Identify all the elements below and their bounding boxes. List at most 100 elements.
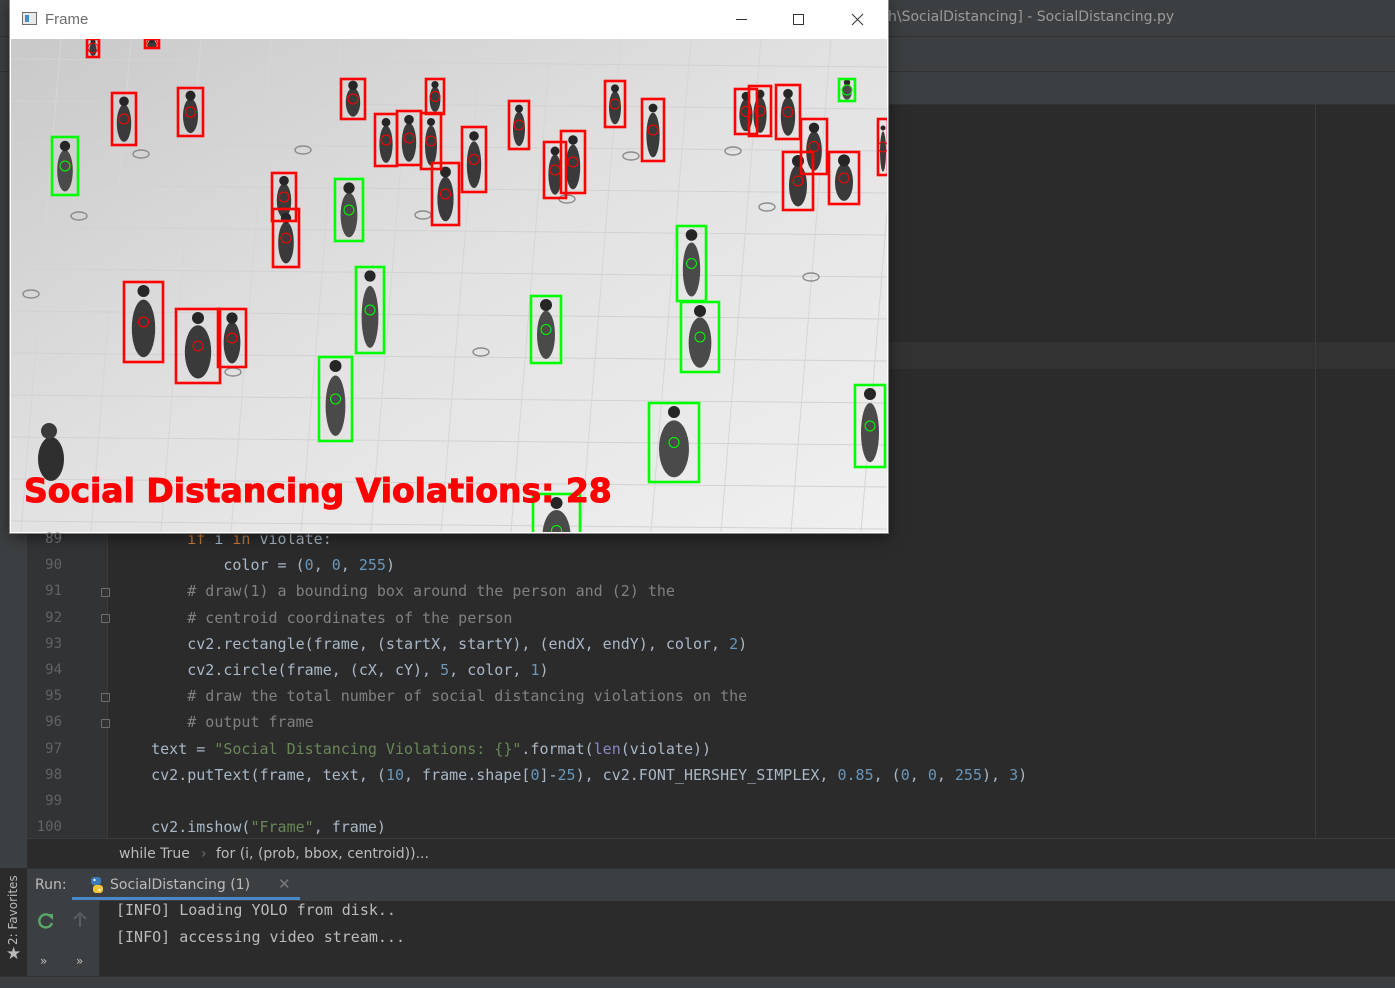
pedestrian-body bbox=[682, 242, 701, 297]
code-token: 255 bbox=[954, 766, 982, 784]
fold-marker-icon[interactable] bbox=[101, 588, 110, 597]
maximize-icon bbox=[793, 14, 804, 25]
code-line[interactable]: text = "Social Distancing Violations: {}… bbox=[115, 736, 711, 762]
code-line[interactable]: # draw the total number of social distan… bbox=[115, 683, 747, 709]
pedestrian-body bbox=[753, 97, 767, 133]
pedestrian-body bbox=[609, 91, 621, 125]
line-number: 93 bbox=[45, 636, 62, 652]
code-token: 25 bbox=[557, 766, 576, 784]
pedestrian-head bbox=[540, 299, 552, 311]
frame-title-bar[interactable]: Frame bbox=[10, 0, 888, 39]
code-line[interactable]: # centroid coordinates of the person bbox=[115, 605, 512, 631]
pedestrian-head bbox=[685, 229, 698, 241]
pedestrian-head bbox=[185, 90, 196, 101]
fold-marker-icon[interactable] bbox=[101, 614, 110, 623]
pedestrian-head bbox=[137, 285, 150, 297]
pedestrian-head bbox=[348, 80, 358, 91]
code-token: , bbox=[909, 766, 928, 784]
run-console[interactable]: [INFO] Loading YOLO from disk.. [INFO] a… bbox=[100, 901, 1395, 976]
expand-icon[interactable]: » bbox=[40, 954, 47, 968]
star-icon[interactable]: ★ bbox=[6, 944, 21, 964]
pedestrian-head bbox=[611, 84, 619, 93]
code-line[interactable]: # draw(1) a bounding box around the pers… bbox=[115, 578, 675, 604]
code-token: ) bbox=[539, 661, 549, 679]
pedestrian-head bbox=[279, 175, 289, 186]
status-bar bbox=[0, 976, 1395, 988]
code-token: 3 bbox=[1009, 766, 1019, 784]
pedestrian-head bbox=[864, 388, 876, 400]
run-label: Run: bbox=[35, 877, 67, 893]
expand-icon[interactable]: » bbox=[76, 954, 83, 968]
rerun-icon[interactable] bbox=[36, 911, 56, 931]
code-token: 255 bbox=[358, 556, 386, 574]
favorites-tool-button[interactable]: 2: Favorites bbox=[2, 875, 24, 945]
pedestrian-head bbox=[515, 104, 523, 113]
code-line[interactable]: cv2.circle(frame, (cX, cY), 5, color, 1) bbox=[115, 657, 549, 683]
pedestrian-head bbox=[119, 96, 129, 107]
pedestrian-body bbox=[116, 104, 132, 142]
code-token: 0 bbox=[331, 556, 341, 574]
tab-run-config[interactable]: SocialDistancing (1) ✕ bbox=[72, 869, 300, 900]
pedestrian-body bbox=[325, 375, 346, 436]
pedestrian-body bbox=[89, 42, 97, 56]
pedestrian-body bbox=[183, 98, 198, 134]
breadcrumb-item-for[interactable]: for (i, (prob, bbox, centroid))... bbox=[216, 846, 429, 862]
code-token: text = bbox=[151, 740, 215, 758]
pedestrian-body bbox=[659, 420, 689, 478]
code-token: ) bbox=[1018, 766, 1028, 784]
pedestrian-head bbox=[404, 114, 414, 125]
code-line[interactable]: cv2.imshow("Frame", frame) bbox=[115, 814, 386, 840]
pedestrian-body bbox=[276, 183, 292, 219]
code-token: cv2.imshow( bbox=[151, 818, 251, 836]
code-token: len bbox=[593, 740, 621, 758]
pedestrian-head bbox=[648, 103, 658, 113]
breadcrumb: while True › for (i, (prob, bbox, centro… bbox=[27, 838, 1395, 869]
pedestrian-head bbox=[694, 305, 706, 317]
pedestrian-body bbox=[861, 403, 879, 463]
code-token: cv2.circle(frame, (cX, cY), bbox=[187, 661, 441, 679]
breadcrumb-item-while[interactable]: while True bbox=[119, 846, 190, 862]
code-line[interactable]: # output frame bbox=[115, 709, 313, 735]
run-toolbar: » » bbox=[27, 901, 100, 976]
pedestrian-body bbox=[513, 111, 525, 147]
minimize-button[interactable] bbox=[712, 0, 770, 39]
code-token: (violate)) bbox=[620, 740, 712, 758]
arrow-up-icon[interactable] bbox=[72, 911, 88, 929]
right-margin-guide bbox=[1315, 104, 1316, 838]
maximize-button[interactable] bbox=[770, 0, 828, 39]
code-token: 5 bbox=[440, 661, 450, 679]
code-token: 0 bbox=[927, 766, 937, 784]
pedestrian-body bbox=[401, 122, 417, 162]
pedestrian-head bbox=[880, 125, 886, 131]
code-line[interactable]: cv2.putText(frame, text, (10, frame.shap… bbox=[115, 762, 1027, 788]
pedestrian-head bbox=[838, 154, 850, 167]
code-token: , ( bbox=[873, 766, 901, 784]
code-line[interactable]: cv2.rectangle(frame, (startX, startY), (… bbox=[115, 631, 747, 657]
line-number: 97 bbox=[45, 741, 62, 757]
line-number: 96 bbox=[45, 714, 62, 730]
code-token: "Social Distancing Violations: {}" bbox=[214, 740, 522, 758]
frame-window-title: Frame bbox=[45, 11, 89, 28]
frame-window[interactable]: Frame Social Distancing Violations: 28 bbox=[10, 0, 888, 533]
code-token: # draw(1) a bounding box around the pers… bbox=[187, 582, 675, 600]
code-line[interactable]: color = (0, 0, 255) bbox=[115, 552, 395, 578]
line-number: 92 bbox=[45, 610, 62, 626]
fold-marker-icon[interactable] bbox=[101, 719, 110, 728]
pedestrian-head bbox=[59, 140, 71, 152]
code-token: , bbox=[340, 556, 359, 574]
close-button[interactable] bbox=[828, 0, 886, 39]
line-number: 90 bbox=[45, 557, 62, 573]
console-line: [INFO] Loading YOLO from disk.. bbox=[116, 901, 396, 919]
code-token: cv2.rectangle(frame, (startX, startY), (… bbox=[187, 635, 730, 653]
close-icon[interactable]: ✕ bbox=[278, 875, 291, 893]
code-token: ) bbox=[385, 556, 395, 574]
violation-count-overlay: Social Distancing Violations: 28 bbox=[24, 471, 612, 510]
fold-marker-icon[interactable] bbox=[101, 693, 110, 702]
